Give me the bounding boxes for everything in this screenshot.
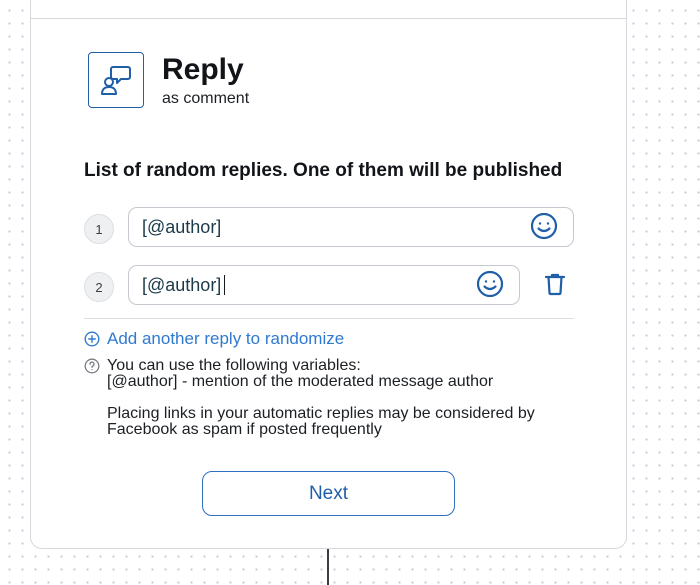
help-line: You can use the following variables: — [107, 357, 361, 374]
trash-icon[interactable] — [543, 271, 567, 297]
emoji-icon[interactable] — [476, 270, 504, 298]
question-circle-icon — [84, 358, 100, 374]
help-line: [@author] - mention of the moderated mes… — [107, 373, 494, 390]
add-reply-link[interactable]: Add another reply to randomize — [84, 329, 344, 349]
plus-circle-icon — [84, 331, 100, 347]
help-line: Facebook as spam if posted frequently — [107, 421, 382, 438]
reply-input-2[interactable]: [@author] — [128, 265, 520, 305]
flow-connector-line — [327, 549, 329, 585]
next-button[interactable]: Next — [202, 471, 455, 516]
step-subtitle: as comment — [162, 90, 250, 107]
reply-comment-icon — [88, 52, 144, 108]
card-top-divider — [31, 18, 626, 19]
reply-input-value: [@author] — [142, 274, 222, 295]
step-title: Reply — [162, 53, 244, 86]
add-reply-label: Add another reply to randomize — [107, 329, 345, 348]
help-line: Placing links in your automatic replies … — [107, 405, 535, 422]
reply-input-value: [@author] — [142, 216, 222, 237]
reply-input-1[interactable]: [@author] — [128, 207, 574, 247]
reply-number-badge: 1 — [84, 214, 114, 244]
replies-section-title: List of random replies. One of them will… — [84, 160, 563, 181]
text-caret — [224, 275, 226, 295]
reply-number-badge: 2 — [84, 272, 114, 302]
variables-help-text: You can use the following variables: [@a… — [107, 358, 535, 438]
replies-divider — [84, 318, 574, 319]
emoji-icon[interactable] — [530, 212, 558, 240]
